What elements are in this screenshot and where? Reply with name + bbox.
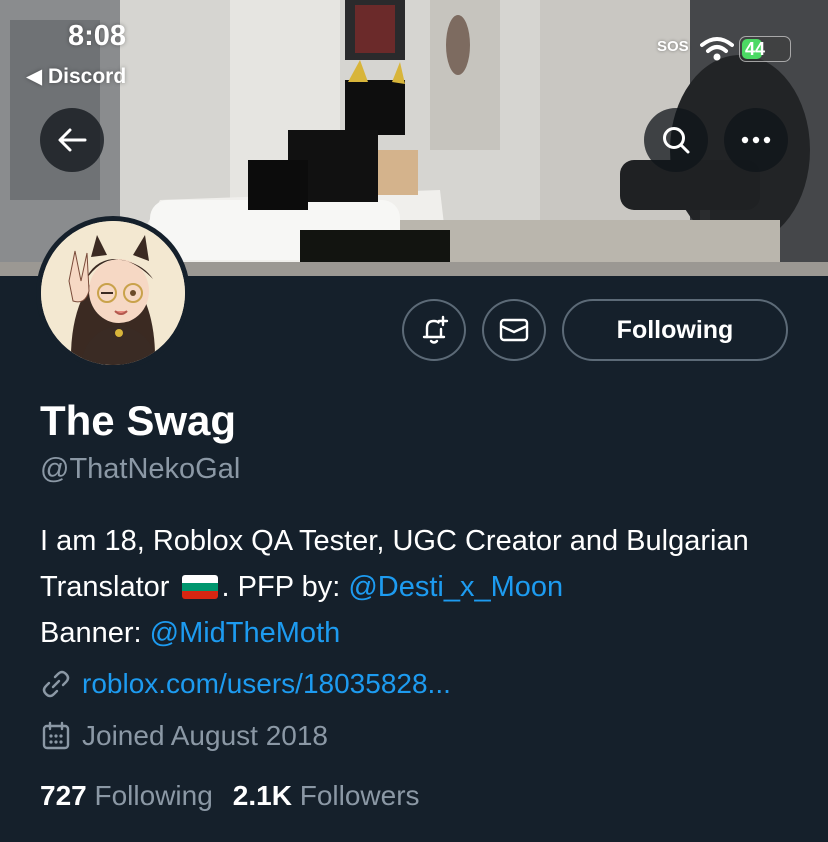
bio: I am 18, Roblox QA Tester, UGC Creator a…: [40, 518, 810, 656]
followers-count: 2.1K: [232, 780, 292, 811]
notifications-button[interactable]: [402, 299, 466, 361]
website-link[interactable]: roblox.com/users/18035828...: [82, 668, 451, 700]
sos-indicator: SOS: [657, 38, 689, 55]
back-to-app-link[interactable]: ◀ Discord: [26, 64, 126, 89]
followers-stat[interactable]: 2.1K Followers: [233, 780, 420, 812]
bio-text-pfp: . PFP by:: [221, 571, 349, 603]
battery-indicator: 44: [739, 36, 791, 62]
follow-stats: 727 Following 2.1K Followers: [40, 780, 420, 812]
avatar-image: [41, 221, 185, 365]
calendar-icon: [42, 721, 70, 750]
link-icon: [42, 670, 70, 698]
status-time: 8:08: [68, 20, 127, 52]
battery-percent: 44: [745, 39, 766, 59]
followers-label: Followers: [299, 780, 420, 811]
bell-plus-icon: [422, 315, 449, 344]
mention-link-desti[interactable]: @Desti_x_Moon: [348, 571, 563, 603]
arrow-left-icon: [58, 128, 87, 152]
more-horizontal-icon: [741, 136, 771, 144]
avatar[interactable]: [36, 216, 190, 370]
joined-date: Joined August 2018: [82, 720, 328, 751]
mention-link-midthemoth[interactable]: @MidTheMoth: [150, 617, 341, 649]
following-count: 727: [40, 780, 87, 811]
display-name: The Swag: [40, 397, 237, 444]
back-button[interactable]: [40, 108, 104, 172]
search-icon: [663, 127, 690, 154]
following-label: Following: [94, 780, 213, 811]
message-button[interactable]: [482, 299, 546, 361]
envelope-icon: [499, 318, 529, 342]
website-row: roblox.com/users/18035828...: [40, 668, 451, 700]
user-handle: @ThatNekoGal: [40, 453, 241, 485]
more-button[interactable]: [724, 108, 788, 172]
bio-text-banner: Banner:: [40, 617, 150, 649]
following-stat[interactable]: 727 Following: [40, 780, 213, 812]
joined-row: Joined August 2018: [40, 720, 328, 752]
search-button[interactable]: [644, 108, 708, 172]
wifi-icon: [700, 37, 734, 61]
following-button[interactable]: Following: [562, 299, 788, 361]
bulgaria-flag-icon: [181, 575, 218, 599]
